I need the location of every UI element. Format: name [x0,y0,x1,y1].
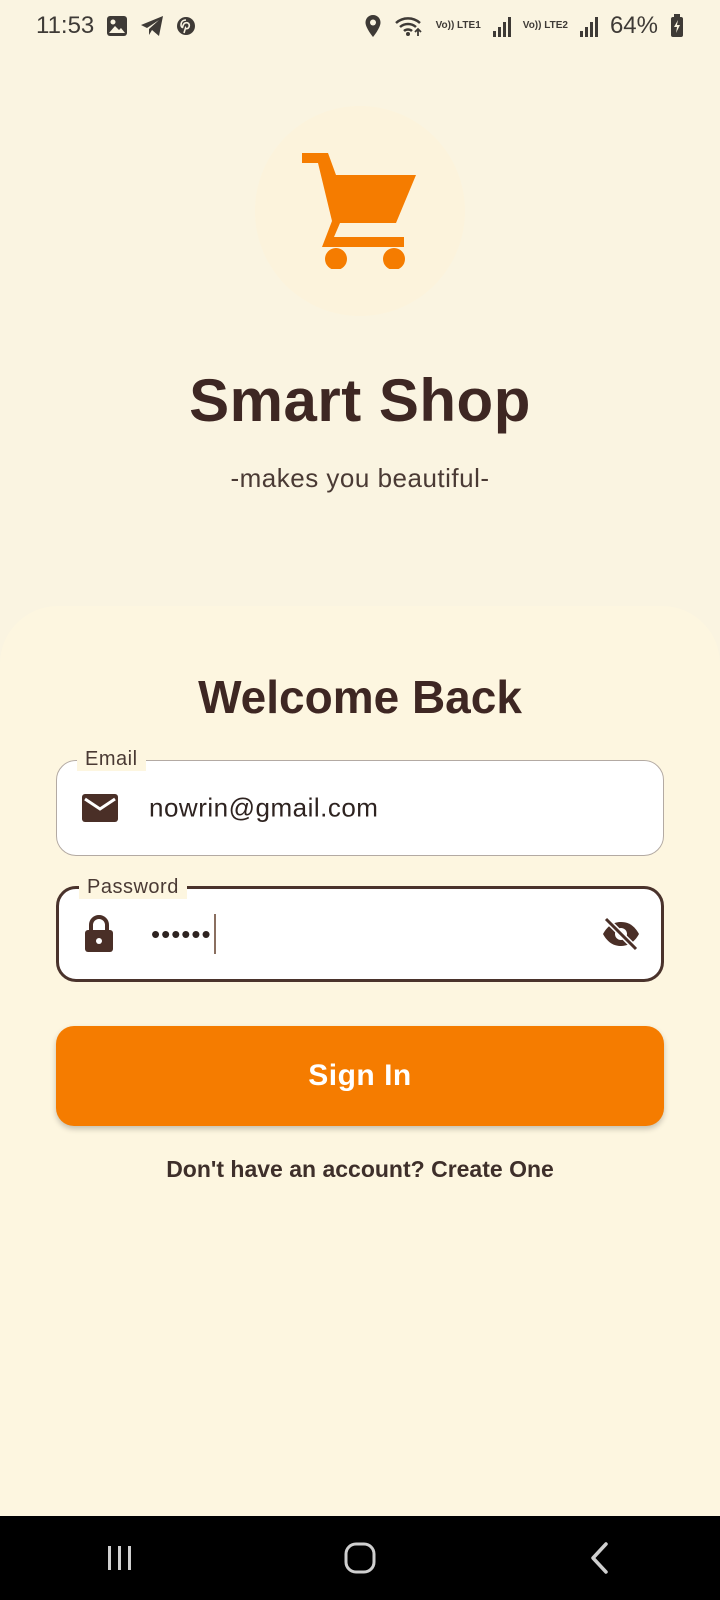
battery-icon [670,14,684,38]
sign-in-button[interactable]: Sign In [56,1026,664,1126]
recents-icon[interactable] [80,1528,160,1588]
text-caret [213,914,216,954]
password-label: Password [79,875,187,899]
app-title: Smart Shop [189,367,531,434]
app-tagline: -makes you beautiful- [230,463,490,493]
status-bar-right: Vo)) LTE1 Vo)) LTE2 64% [364,12,684,40]
network-1-label: Vo)) LTE1 [435,20,481,31]
shopping-cart-icon [300,149,420,274]
lock-icon [83,914,115,954]
welcome-heading: Welcome Back [198,671,522,723]
location-icon [364,14,382,38]
email-field[interactable]: Email nowrin@gmail.com [56,747,664,856]
status-time: 11:53 [36,12,95,39]
password-value: •••••• [151,918,212,949]
pinterest-icon [176,16,196,36]
visibility-off-icon[interactable] [601,917,641,951]
network-2-label: Vo)) LTE2 [522,20,568,31]
password-field[interactable]: Password •••••• [56,875,664,982]
email-value: nowrin@gmail.com [149,792,379,823]
create-account-link[interactable]: Don't have an account? Create One [0,1156,720,1183]
telegram-icon [140,15,164,37]
status-bar: 11:53 Vo)) LTE1 Vo)) LTE2 64% [0,0,720,52]
mail-icon [81,793,119,823]
logo-container [255,106,465,316]
signal-icon [492,15,511,37]
password-value-container: •••••• [151,914,216,954]
wifi-icon [394,14,424,38]
signal-icon [579,15,598,37]
home-icon[interactable] [320,1528,400,1588]
back-icon[interactable] [560,1528,640,1588]
navigation-bar [0,1516,720,1600]
battery-percentage: 64% [609,12,658,39]
gallery-icon [106,15,128,37]
email-label: Email [77,747,146,771]
status-bar-left: 11:53 [36,12,196,40]
